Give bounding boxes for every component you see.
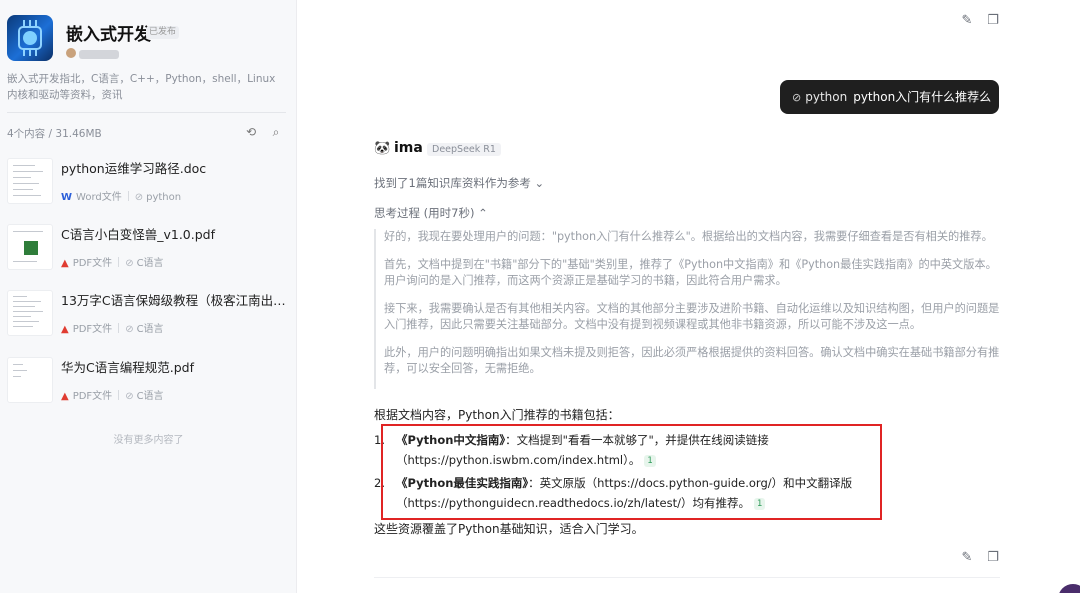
file-type: Word文件 xyxy=(76,192,122,203)
attached-reference[interactable]: python xyxy=(805,90,847,104)
owner-info[interactable] xyxy=(66,48,120,60)
thumbnail-line xyxy=(13,326,33,327)
file-tag[interactable]: python xyxy=(146,192,181,203)
search-icon[interactable]: ⌕ xyxy=(268,124,284,140)
file-tag[interactable]: C语言 xyxy=(137,324,164,335)
file-meta: ▲ PDF文件 ⊘ C语言 xyxy=(61,387,164,402)
user-message-bubble: ⊘ python python入门有什么推荐么 xyxy=(780,80,999,114)
owner-name-redacted xyxy=(79,50,119,59)
file-name: 华为C语言编程规范.pdf xyxy=(61,360,194,375)
file-name: 13万字C语言保姆级教程（极客江南出品... xyxy=(61,293,287,308)
thumbnail-line xyxy=(13,311,43,312)
file-type: PDF文件 xyxy=(72,324,113,335)
published-badge: 已发布 xyxy=(146,26,180,39)
thinking-toggle[interactable]: 思考过程 (用时7秒) ⌃ xyxy=(374,205,488,221)
refresh-icon[interactable]: ⟲ xyxy=(243,124,259,140)
user-message-text: python入门有什么推荐么 xyxy=(853,90,992,104)
thinking-paragraph: 此外，用户的问题明确指出如果文档未提及则拒答，因此必须严格根据提供的资料回答。确… xyxy=(384,345,1000,376)
thinking-paragraph: 首先，文档中提到在"书籍"部分下的"基础"类别里，推荐了《Python中文指南》… xyxy=(384,257,997,288)
file-item[interactable]: C语言小白变怪兽_v1.0.pdf ▲ PDF文件 ⊘ C语言 xyxy=(7,224,287,276)
no-more-content: 没有更多内容了 xyxy=(113,435,184,446)
floating-avatar[interactable] xyxy=(1058,584,1080,593)
thinking-paragraph: 好的，我现在要处理用户的问题："python入门有什么推荐么"。根据给出的文档内… xyxy=(384,230,993,243)
file-thumbnail xyxy=(7,224,53,270)
assistant-name: ima xyxy=(394,140,423,156)
thumbnail-line xyxy=(13,231,43,232)
pdf-file-icon: ▲ xyxy=(61,324,69,335)
tag-icon: ⊘ xyxy=(125,324,134,335)
thumbnail-line xyxy=(13,177,31,178)
thumbnail-line xyxy=(13,189,33,190)
thumbnail-line xyxy=(13,316,31,317)
file-thumbnail xyxy=(7,357,53,403)
chip-pin xyxy=(23,50,25,56)
annotation-highlight-box xyxy=(381,424,882,520)
file-item[interactable]: 13万字C语言保姆级教程（极客江南出品... ▲ PDF文件 ⊘ C语言 xyxy=(7,290,287,342)
content-stats: 4个内容 / 31.46MB xyxy=(7,128,102,140)
file-item[interactable]: python运维学习路径.doc W Word文件 ⊘ python xyxy=(7,158,287,210)
tag-icon: ⊘ xyxy=(134,192,144,203)
paperclip-icon: ⊘ xyxy=(792,91,802,104)
divider xyxy=(118,257,120,267)
thumbnail-line xyxy=(13,195,41,196)
knowledge-base-description: 嵌入式开发指北，C语言，C++，Python，shell，Linux 内核和驱动… xyxy=(7,73,276,101)
thumbnail-line xyxy=(13,165,35,166)
file-meta: ▲ PDF文件 ⊘ C语言 xyxy=(61,320,164,335)
thumbnail-line xyxy=(13,171,43,172)
file-thumbnail xyxy=(7,158,53,204)
divider xyxy=(118,390,120,400)
thumbnail-line xyxy=(13,306,35,307)
file-thumbnail xyxy=(7,290,53,336)
panda-icon: 🐼 xyxy=(374,141,391,156)
pdf-file-icon: ▲ xyxy=(61,391,69,402)
file-item[interactable]: 华为C语言编程规范.pdf ▲ PDF文件 ⊘ C语言 xyxy=(7,357,287,409)
copy-icon[interactable]: ❐ xyxy=(985,13,1001,29)
divider xyxy=(127,191,129,201)
qr-code-image xyxy=(24,241,38,255)
answer-outro: 这些资源覆盖了Python基础知识，适合入门学习。 xyxy=(374,522,644,536)
chip-pin xyxy=(35,20,37,26)
file-tag[interactable]: C语言 xyxy=(137,391,164,402)
tag-icon: ⊘ xyxy=(125,391,134,402)
chip-pin xyxy=(29,50,31,56)
tag-icon: ⊘ xyxy=(125,258,134,269)
model-badge: DeepSeek R1 xyxy=(427,143,501,156)
file-tag[interactable]: C语言 xyxy=(137,258,164,269)
file-meta: ▲ PDF文件 ⊘ C语言 xyxy=(61,254,164,269)
thumbnail-line xyxy=(13,376,21,377)
thumbnail-line xyxy=(13,301,41,302)
thinking-paragraph: 接下来，我需要确认是否有其他相关内容。文档的其他部分主要涉及进阶书籍、自动化运维… xyxy=(384,301,1000,332)
divider xyxy=(7,112,286,113)
chip-pin xyxy=(35,50,37,56)
thumbnail-line xyxy=(13,183,39,184)
file-type: PDF文件 xyxy=(72,258,113,269)
answer-intro: 根据文档内容，Python入门推荐的书籍包括： xyxy=(374,408,620,422)
app: 嵌入式开发 已发布 嵌入式开发指北，C语言，C++，Python，shell，L… xyxy=(0,0,1080,593)
thumbnail-line xyxy=(13,370,27,371)
word-file-icon: W xyxy=(61,192,73,203)
knowledge-base-logo xyxy=(7,15,53,61)
avatar xyxy=(66,48,76,58)
thinking-content: 好的，我现在要处理用户的问题："python入门有什么推荐么"。根据给出的文档内… xyxy=(374,229,1000,389)
chip-pin xyxy=(29,20,31,26)
pdf-file-icon: ▲ xyxy=(61,258,69,269)
file-meta: W Word文件 ⊘ python xyxy=(61,188,181,203)
file-name: python运维学习路径.doc xyxy=(61,161,207,176)
chip-pin xyxy=(23,20,25,26)
knowledge-base-sidebar: 嵌入式开发 已发布 嵌入式开发指北，C语言，C++，Python，shell，L… xyxy=(0,0,297,593)
thumbnail-line xyxy=(13,261,37,262)
knowledge-base-title: 嵌入式开发 xyxy=(66,25,151,45)
copy-icon[interactable]: ❐ xyxy=(985,550,1001,566)
thumbnail-line xyxy=(13,296,27,297)
edit-icon[interactable]: ✎ xyxy=(959,550,975,566)
brain-icon xyxy=(23,31,37,45)
references-toggle[interactable]: 找到了1篇知识库资料作为参考 ⌄ xyxy=(374,175,544,191)
file-type: PDF文件 xyxy=(72,391,113,402)
thumbnail-line xyxy=(13,364,23,365)
divider xyxy=(374,577,1000,578)
file-name: C语言小白变怪兽_v1.0.pdf xyxy=(61,227,215,242)
divider xyxy=(118,323,120,333)
edit-icon[interactable]: ✎ xyxy=(959,13,975,29)
thumbnail-line xyxy=(13,321,39,322)
